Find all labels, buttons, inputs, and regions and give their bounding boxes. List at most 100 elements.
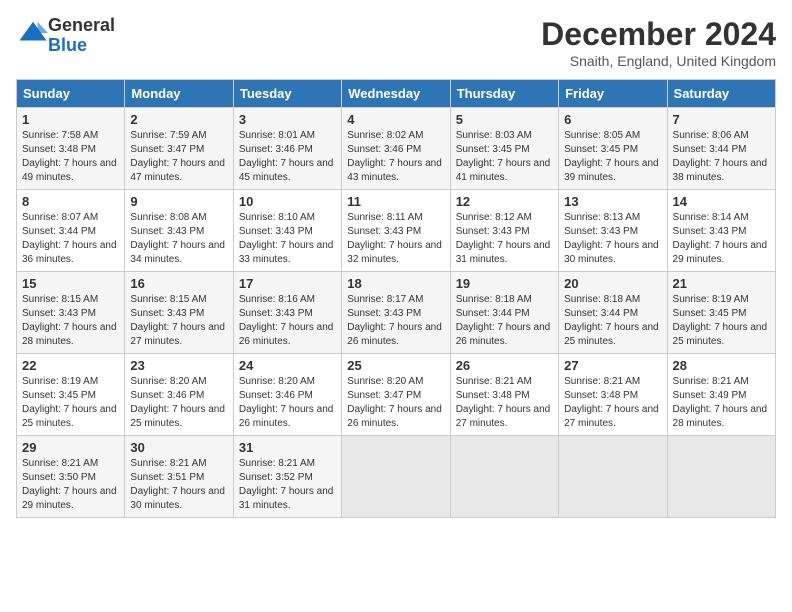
calendar-cell: 9 Sunrise: 8:08 AMSunset: 3:43 PMDaylight… [125,190,233,272]
day-number: 15 [22,276,119,291]
day-number: 29 [22,440,119,455]
calendar-cell: 19 Sunrise: 8:18 AMSunset: 3:44 PMDayligh… [450,272,558,354]
calendar-cell: 16 Sunrise: 8:15 AMSunset: 3:43 PMDayligh… [125,272,233,354]
calendar-cell [342,436,450,518]
calendar-cell: 21Sunrise: 8:19 AMSunset: 3:45 PMDayligh… [667,272,775,354]
day-number: 14 [673,194,770,209]
title-block: December 2024 Snaith, England, United Ki… [541,16,776,69]
day-detail: Sunrise: 8:14 AMSunset: 3:43 PMDaylight:… [673,211,770,267]
calendar-cell: 20 Sunrise: 8:18 AMSunset: 3:44 PMDayligh… [559,272,667,354]
calendar-cell: 6Sunrise: 8:05 AMSunset: 3:45 PMDaylight… [559,108,667,190]
day-number: 17 [239,276,336,291]
day-number: 12 [456,194,553,209]
day-detail: Sunrise: 8:11 AMSunset: 3:43 PMDaylight:… [347,211,444,267]
calendar-cell: 10 Sunrise: 8:10 AMSunset: 3:43 PMDayligh… [233,190,341,272]
day-detail: Sunrise: 8:17 AMSunset: 3:43 PMDaylight:… [347,293,444,349]
calendar-cell: 23 Sunrise: 8:20 AMSunset: 3:46 PMDayligh… [125,354,233,436]
calendar-body: 1Sunrise: 7:58 AMSunset: 3:48 PMDaylight… [17,108,776,518]
calendar-week-2: 8Sunrise: 8:07 AMSunset: 3:44 PMDaylight… [17,190,776,272]
day-number: 4 [347,112,444,127]
day-detail: Sunrise: 8:07 AMSunset: 3:44 PMDaylight:… [22,211,119,267]
calendar-cell: 18 Sunrise: 8:17 AMSunset: 3:43 PMDayligh… [342,272,450,354]
calendar-cell: 22Sunrise: 8:19 AMSunset: 3:45 PMDayligh… [17,354,125,436]
day-detail: Sunrise: 8:21 AMSunset: 3:50 PMDaylight:… [22,457,119,513]
day-number: 13 [564,194,661,209]
logo: General Blue [16,16,115,56]
day-number: 19 [456,276,553,291]
day-detail: Sunrise: 8:10 AMSunset: 3:43 PMDaylight:… [239,211,336,267]
calendar-cell: 12 Sunrise: 8:12 AMSunset: 3:43 PMDayligh… [450,190,558,272]
day-detail: Sunrise: 8:21 AMSunset: 3:49 PMDaylight:… [673,375,770,431]
day-detail: Sunrise: 8:21 AMSunset: 3:48 PMDaylight:… [564,375,661,431]
day-detail: Sunrise: 8:02 AMSunset: 3:46 PMDaylight:… [347,129,444,185]
day-header-wednesday: Wednesday [342,80,450,108]
day-number: 2 [130,112,227,127]
day-number: 27 [564,358,661,373]
day-detail: Sunrise: 8:15 AMSunset: 3:43 PMDaylight:… [22,293,119,349]
day-detail: Sunrise: 8:18 AMSunset: 3:44 PMDaylight:… [564,293,661,349]
day-number: 11 [347,194,444,209]
day-detail: Sunrise: 8:12 AMSunset: 3:43 PMDaylight:… [456,211,553,267]
day-number: 18 [347,276,444,291]
day-number: 26 [456,358,553,373]
day-detail: Sunrise: 8:13 AMSunset: 3:43 PMDaylight:… [564,211,661,267]
day-number: 28 [673,358,770,373]
calendar-table: SundayMondayTuesdayWednesdayThursdayFrid… [16,79,776,518]
day-number: 24 [239,358,336,373]
day-number: 7 [673,112,770,127]
calendar-week-3: 15 Sunrise: 8:15 AMSunset: 3:43 PMDayligh… [17,272,776,354]
day-detail: Sunrise: 7:59 AMSunset: 3:47 PMDaylight:… [130,129,227,185]
day-number: 9 [130,194,227,209]
calendar-cell: 14 Sunrise: 8:14 AMSunset: 3:43 PMDayligh… [667,190,775,272]
logo-general: General [48,15,115,35]
day-header-tuesday: Tuesday [233,80,341,108]
calendar-week-4: 22Sunrise: 8:19 AMSunset: 3:45 PMDayligh… [17,354,776,436]
calendar-cell: 27 Sunrise: 8:21 AMSunset: 3:48 PMDayligh… [559,354,667,436]
day-number: 23 [130,358,227,373]
day-number: 3 [239,112,336,127]
calendar-header-row: SundayMondayTuesdayWednesdayThursdayFrid… [17,80,776,108]
day-detail: Sunrise: 8:15 AMSunset: 3:43 PMDaylight:… [130,293,227,349]
calendar-cell: 2 Sunrise: 7:59 AMSunset: 3:47 PMDaylight… [125,108,233,190]
calendar-cell: 13 Sunrise: 8:13 AMSunset: 3:43 PMDayligh… [559,190,667,272]
day-number: 5 [456,112,553,127]
calendar-cell: 28 Sunrise: 8:21 AMSunset: 3:49 PMDayligh… [667,354,775,436]
day-detail: Sunrise: 8:21 AMSunset: 3:48 PMDaylight:… [456,375,553,431]
calendar-cell: 31Sunrise: 8:21 AMSunset: 3:52 PMDayligh… [233,436,341,518]
day-detail: Sunrise: 8:21 AMSunset: 3:51 PMDaylight:… [130,457,227,513]
day-detail: Sunrise: 8:08 AMSunset: 3:43 PMDaylight:… [130,211,227,267]
location-subtitle: Snaith, England, United Kingdom [541,53,776,69]
calendar-week-5: 29 Sunrise: 8:21 AMSunset: 3:50 PMDayligh… [17,436,776,518]
logo-icon [18,18,48,48]
day-header-sunday: Sunday [17,80,125,108]
calendar-cell: 4 Sunrise: 8:02 AMSunset: 3:46 PMDaylight… [342,108,450,190]
day-header-friday: Friday [559,80,667,108]
calendar-cell: 30Sunrise: 8:21 AMSunset: 3:51 PMDayligh… [125,436,233,518]
day-detail: Sunrise: 8:01 AMSunset: 3:46 PMDaylight:… [239,129,336,185]
calendar-week-1: 1Sunrise: 7:58 AMSunset: 3:48 PMDaylight… [17,108,776,190]
day-header-thursday: Thursday [450,80,558,108]
day-number: 20 [564,276,661,291]
day-header-monday: Monday [125,80,233,108]
calendar-cell: 11 Sunrise: 8:11 AMSunset: 3:43 PMDayligh… [342,190,450,272]
calendar-cell: 1Sunrise: 7:58 AMSunset: 3:48 PMDaylight… [17,108,125,190]
day-detail: Sunrise: 7:58 AMSunset: 3:48 PMDaylight:… [22,129,119,185]
calendar-cell: 17 Sunrise: 8:16 AMSunset: 3:43 PMDayligh… [233,272,341,354]
calendar-cell [559,436,667,518]
month-title: December 2024 [541,16,776,53]
day-detail: Sunrise: 8:06 AMSunset: 3:44 PMDaylight:… [673,129,770,185]
day-number: 6 [564,112,661,127]
day-number: 10 [239,194,336,209]
day-detail: Sunrise: 8:19 AMSunset: 3:45 PMDaylight:… [22,375,119,431]
day-detail: Sunrise: 8:03 AMSunset: 3:45 PMDaylight:… [456,129,553,185]
calendar-cell: 15 Sunrise: 8:15 AMSunset: 3:43 PMDayligh… [17,272,125,354]
calendar-cell: 24Sunrise: 8:20 AMSunset: 3:46 PMDayligh… [233,354,341,436]
day-number: 16 [130,276,227,291]
day-detail: Sunrise: 8:20 AMSunset: 3:46 PMDaylight:… [130,375,227,431]
day-detail: Sunrise: 8:18 AMSunset: 3:44 PMDaylight:… [456,293,553,349]
day-number: 25 [347,358,444,373]
day-detail: Sunrise: 8:16 AMSunset: 3:43 PMDaylight:… [239,293,336,349]
calendar-cell: 5 Sunrise: 8:03 AMSunset: 3:45 PMDaylight… [450,108,558,190]
calendar-cell [667,436,775,518]
day-detail: Sunrise: 8:19 AMSunset: 3:45 PMDaylight:… [673,293,770,349]
